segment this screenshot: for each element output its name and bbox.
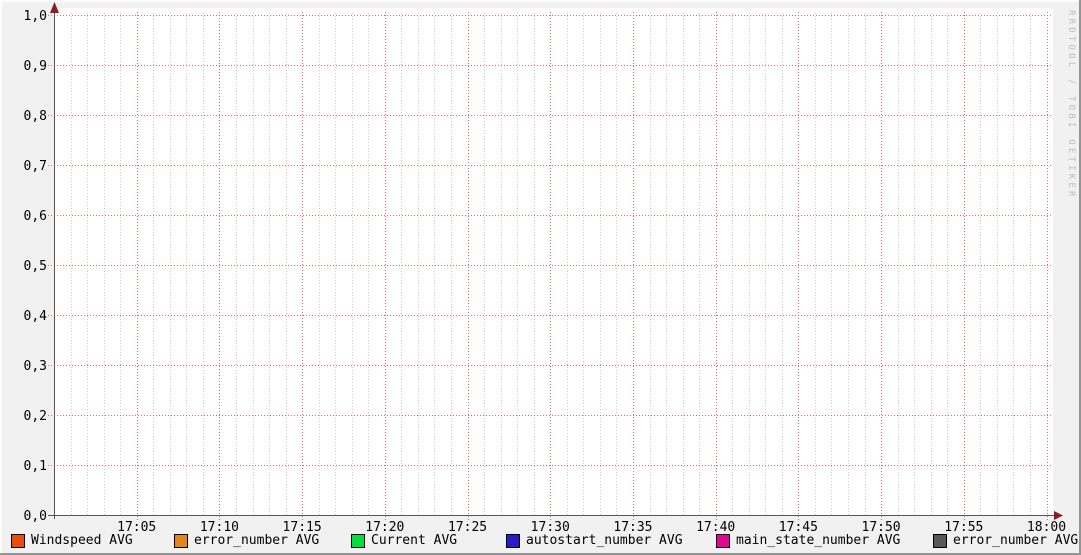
y-axis-arrow-icon <box>50 2 59 13</box>
y-tick-label: 1,0 <box>24 9 47 24</box>
watermark: RRDTOOL / TOBI OETIKER <box>1066 10 1076 200</box>
x-tick-label: 18:00 <box>1027 520 1066 535</box>
x-tick-label: 17:30 <box>531 520 570 535</box>
y-tick-label: 0,7 <box>24 159 47 174</box>
x-tick-label: 17:35 <box>613 520 652 535</box>
y-tick-label: 0,8 <box>24 109 47 124</box>
y-tick-label: 0,5 <box>24 259 47 274</box>
y-tick-label: 0,1 <box>24 459 47 474</box>
x-axis-arrow-icon <box>1054 511 1063 520</box>
y-tick-label: 0,3 <box>24 359 47 374</box>
rrdtool-graph: 0,00,10,20,30,40,50,60,70,80,91,0 17:051… <box>0 0 1081 555</box>
chart-canvas: 0,00,10,20,30,40,50,60,70,80,91,0 17:051… <box>0 0 1081 555</box>
border-top <box>0 0 1081 2</box>
x-tick-label: 17:05 <box>117 520 156 535</box>
y-tick-label: 0,9 <box>24 59 47 74</box>
plot-area <box>54 8 1053 515</box>
x-tick-label: 17:45 <box>779 520 818 535</box>
x-tick-label: 17:15 <box>283 520 322 535</box>
y-axis-labels: 0,0 0,1 0,2 0,3 0,4 0,5 0,6 0,7 0,8 0,9 1,0 <box>24 9 48 524</box>
y-tick-label: 0,2 <box>24 409 47 424</box>
x-axis-labels: 17:05 17:10 17:15 17:20 17:25 17:30 17:35 17:40… <box>117 520 1066 535</box>
x-tick-label: 17:55 <box>944 520 983 535</box>
x-tick-label: 17:50 <box>862 520 901 535</box>
plot-canvas <box>54 8 1053 515</box>
border-left <box>0 0 2 555</box>
x-tick-label: 17:40 <box>696 520 735 535</box>
y-tick-label: 0,6 <box>24 209 47 224</box>
x-tick-label: 17:25 <box>448 520 487 535</box>
y-tick-label: 0,4 <box>24 309 48 324</box>
x-tick-label: 17:10 <box>200 520 239 535</box>
x-tick-label: 17:20 <box>365 520 404 535</box>
y-tick-label: 0,0 <box>24 509 47 524</box>
